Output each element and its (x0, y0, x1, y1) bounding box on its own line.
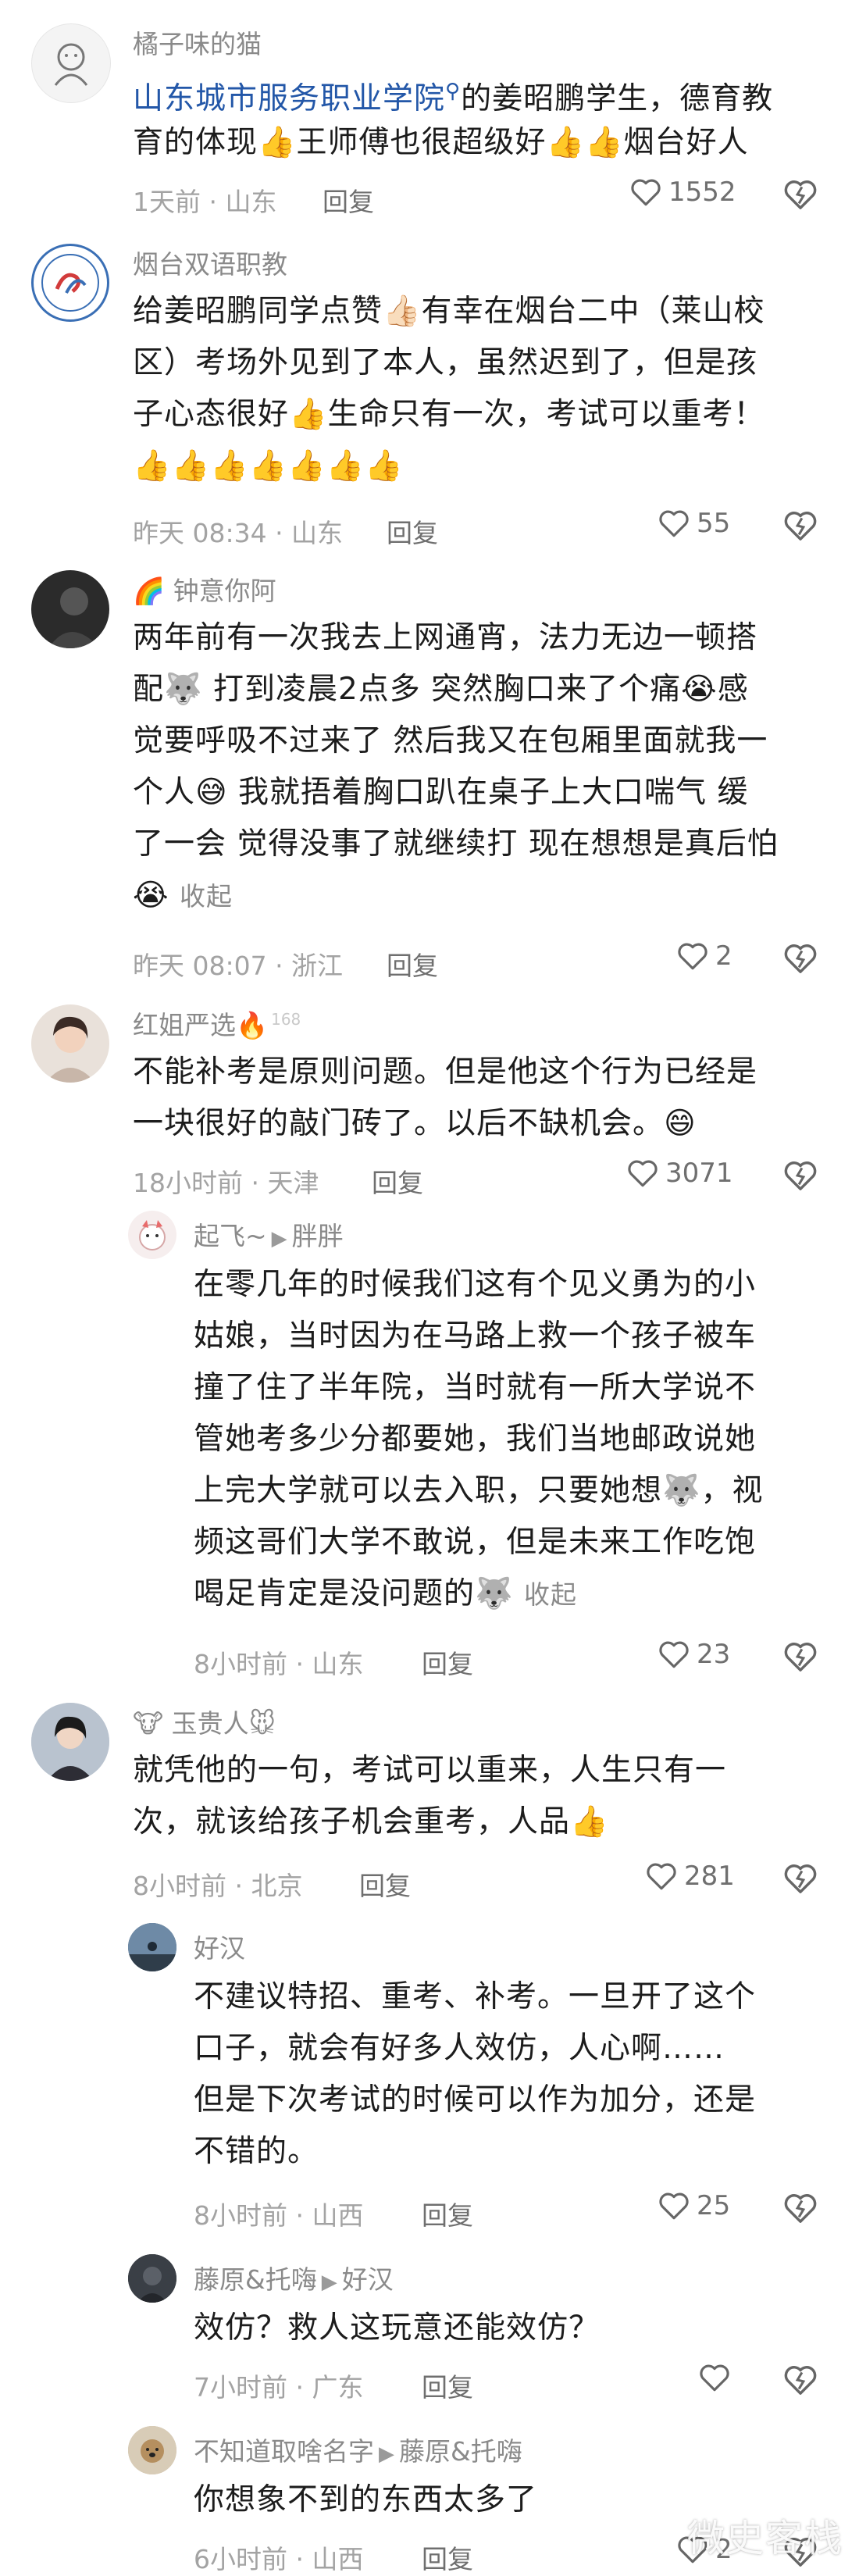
comment-text: 山东城市服务职业学院⚲的姜昭鹏学生，德育教 育的体现👍王师傅也很超级好👍👍烟台好… (133, 80, 774, 160)
username[interactable]: 好汉 (194, 1928, 245, 1965)
like-count: 281 (684, 1861, 735, 1892)
collapse-button[interactable]: 收起 (524, 1579, 577, 1610)
username[interactable]: 🌈 钟意你阿 (133, 570, 276, 608)
comment-text: 你想象不到的东西太多了 (194, 2482, 538, 2517)
comment-time: 昨天 08:34 · 山东 (133, 518, 344, 548)
heart-icon (628, 1160, 658, 1187)
heart-icon (659, 1641, 689, 1668)
reply-arrow-icon: ▶ (271, 1227, 287, 1251)
heart-icon (700, 2364, 729, 2392)
username[interactable]: 烟台双语职教 (133, 244, 287, 281)
comment-text: 不建议特招、重考、补考。一旦开了这个 口子，就会有好多人效仿，人心啊…… 但是下… (194, 1979, 757, 2169)
username[interactable]: 起飞~ ▶ 胖胖 (194, 1215, 344, 1253)
like-button[interactable]: 23 (658, 1639, 730, 1670)
reply-button[interactable]: 回复 (387, 945, 438, 983)
dislike-icon[interactable] (782, 1159, 818, 1192)
username[interactable]: 不知道取啥名字 ▶ 藤原&托嗨 (194, 2431, 522, 2468)
reply-arrow-icon: ▶ (379, 2442, 394, 2466)
like-button[interactable]: 281 (645, 1861, 735, 1892)
comment-time: 18小时前 · 天津 (133, 1168, 319, 1198)
like-button[interactable]: 1552 (629, 177, 736, 208)
comment-text: 效仿？救人这玩意还能效仿？ (194, 2310, 601, 2346)
like-count: 3071 (665, 1158, 733, 1189)
username[interactable]: 🐮 玉贵人🐭 (133, 1703, 276, 1740)
avatar[interactable] (128, 1211, 176, 1259)
reply-button[interactable]: 回复 (422, 2367, 473, 2404)
comment-time: 7小时前 · 广东 (194, 2372, 364, 2403)
reply-button[interactable]: 回复 (323, 181, 374, 219)
dislike-icon[interactable] (782, 509, 818, 542)
reply-button[interactable]: 回复 (372, 1162, 423, 1200)
collapse-button[interactable]: 收起 (180, 881, 233, 912)
like-count: 23 (697, 1639, 731, 1670)
comment-time: 6小时前 · 山西 (194, 2544, 364, 2574)
avatar[interactable] (31, 23, 111, 103)
like-count: 1552 (668, 177, 736, 208)
reply-button[interactable]: 回复 (422, 2195, 473, 2232)
level-badge: 168 (271, 1010, 301, 1029)
avatar[interactable] (128, 1923, 176, 1971)
dislike-icon[interactable] (782, 178, 818, 211)
reply-target[interactable]: 藤原&托嗨 (399, 2436, 522, 2467)
like-count: 2 (715, 940, 732, 972)
reply-button[interactable]: 回复 (387, 512, 438, 550)
like-button[interactable]: 25 (658, 2190, 730, 2221)
username[interactable]: 橘子味的猫 (133, 23, 262, 61)
comment-text: 不能补考是原则问题。但是他这个行为已经是 一块很好的敲门砖了。以后不缺机会。😄 (133, 1054, 758, 1141)
comment-text: 在零几年的时候我们这有个见义勇为的小 姑娘，当时因为在马路上救一个孩子被车 撞了… (194, 1267, 764, 1611)
heart-icon (659, 2192, 689, 2220)
like-button[interactable]: 2 (676, 940, 732, 972)
comment-time: 8小时前 · 北京 (133, 1871, 303, 1901)
search-icon[interactable]: ⚲ (445, 80, 461, 103)
like-count: 55 (697, 508, 731, 539)
reply-target[interactable]: 胖胖 (292, 1221, 344, 1251)
avatar[interactable] (31, 1703, 109, 1781)
dislike-icon[interactable] (782, 2192, 818, 2225)
comment-time: 1天前 · 山东 (133, 187, 277, 217)
avatar[interactable] (31, 570, 109, 648)
comment-text: 就凭他的一句，考试可以重来，人生只有一 次，就该给孩子机会重考，人品👍 (133, 1753, 727, 1839)
dislike-icon[interactable] (782, 2364, 818, 2396)
like-count: 25 (697, 2190, 731, 2221)
comment-time: 8小时前 · 山西 (194, 2200, 364, 2231)
avatar[interactable] (31, 1004, 109, 1083)
dislike-icon[interactable] (782, 1640, 818, 1673)
heart-icon (678, 943, 708, 970)
reply-button[interactable]: 回复 (422, 1643, 473, 1681)
avatar[interactable] (128, 2426, 176, 2474)
heart-icon (631, 179, 661, 206)
comment-time: 昨天 08:07 · 浙江 (133, 951, 344, 981)
like-button[interactable]: 3071 (626, 1158, 733, 1189)
watermark: 微史客栈 (686, 2517, 843, 2560)
username[interactable]: 红姐严选🔥 168 (133, 1004, 301, 1042)
username[interactable]: 藤原&托嗨 ▶ 好汉 (194, 2259, 394, 2296)
avatar[interactable] (31, 244, 109, 322)
heart-icon (659, 510, 689, 537)
reply-arrow-icon: ▶ (321, 2271, 337, 2294)
school-link[interactable]: 山东城市服务职业学院 (133, 81, 445, 116)
comment-text: 给姜昭鹏同学点赞👍🏻有幸在烟台二中（莱山校 区）考场外见到了本人，虽然迟到了，但… (133, 294, 765, 483)
reply-target[interactable]: 好汉 (342, 2264, 394, 2295)
like-button[interactable]: 55 (658, 508, 730, 539)
heart-icon (647, 1863, 676, 1890)
reply-button[interactable]: 回复 (422, 2539, 473, 2576)
comment-text: 两年前有一次我去上网通宵，法力无边一顿搭 配🐺 打到凌晨2点多 突然胸口来了个痛… (133, 620, 779, 913)
reply-button[interactable]: 回复 (359, 1865, 411, 1903)
like-button[interactable] (698, 2362, 737, 2393)
dislike-icon[interactable] (782, 1862, 818, 1895)
avatar[interactable] (128, 2254, 176, 2303)
dislike-icon[interactable] (782, 942, 818, 975)
comment-time: 8小时前 · 山东 (194, 1649, 364, 1679)
